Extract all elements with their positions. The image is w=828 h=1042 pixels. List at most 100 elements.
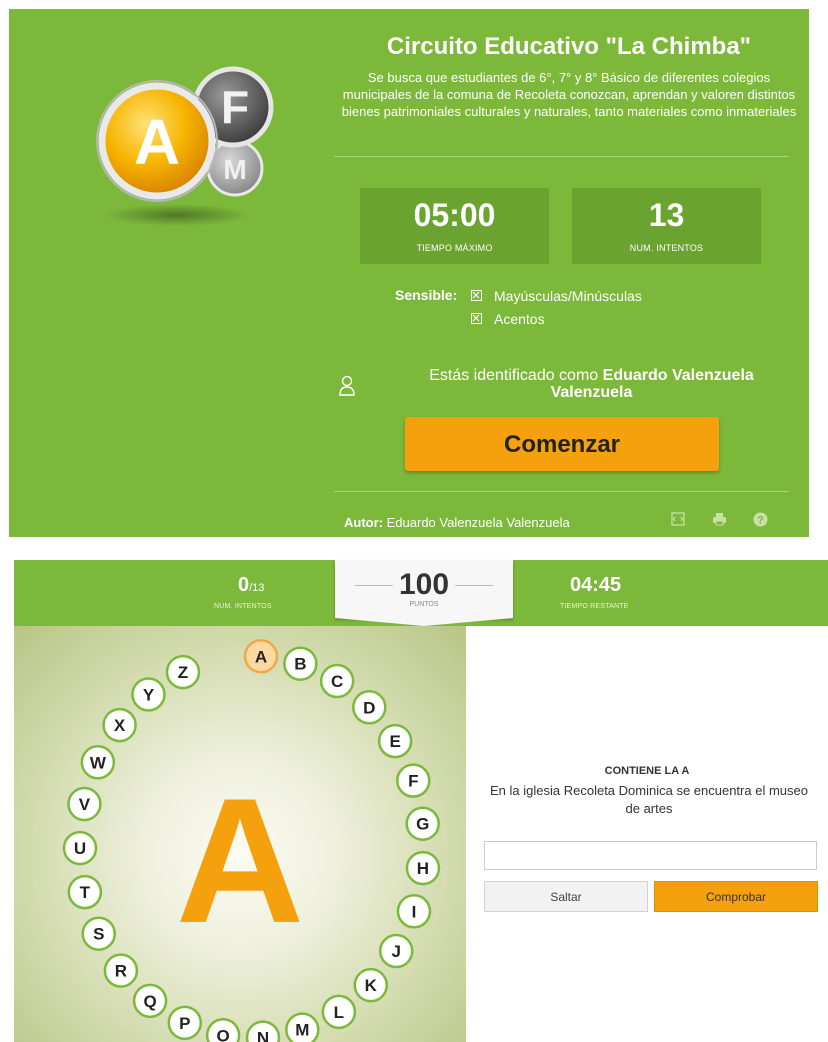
letter-z: Z [165,654,201,690]
letter-m: M [285,1012,320,1042]
svg-text:K: K [365,976,378,995]
logo-letter-m: M [223,154,246,185]
question-text: En la iglesia Recoleta Dominica se encue… [490,783,808,816]
svg-text:S: S [93,925,104,944]
max-time-label: TIEMPO MÁXIMO [416,243,493,253]
time-left-value: 04:45 [570,574,622,596]
svg-text:V: V [79,795,91,814]
activity-title: Circuito Educativo "La Chimba" [386,33,752,60]
question-panel: CONTIENE LA A En la iglesia Recoleta Dom… [466,626,828,1042]
svg-text:P: P [179,1014,190,1033]
accents-checkbox-icon [471,313,482,324]
author-line: Autor: Eduardo Valenzuela Valenzuela [344,515,570,530]
game-panel: 0/13 NUM. INTENTOS 04:45 TIEMPO RESTANTE… [14,560,828,1042]
case-option-label: Mayúsculas/Minúsculas [494,288,642,304]
letter-q: Q [132,983,168,1019]
attempts-label: NUM. INTENTOS [629,243,704,253]
points-box-tip [335,618,513,626]
letter-u: U [62,830,98,866]
intro-panel: M F A Circuito Educativo "La Chimba" Se … [9,9,809,537]
svg-text:?: ? [757,515,764,527]
svg-text:D: D [363,698,375,717]
letter-v: V [67,786,102,822]
letter-d: D [352,690,387,725]
help-icon[interactable]: ? [753,512,768,527]
time-left-label: TIEMPO RESTANTE [560,603,629,610]
svg-text:B: B [294,655,306,674]
divider [334,156,789,157]
points-box: 100 PUNTOS [335,560,513,618]
svg-text:Y: Y [143,685,155,704]
svg-text:W: W [90,753,107,772]
svg-text:M: M [295,1021,309,1040]
svg-text:J: J [392,942,401,961]
letter-board: A B C DE F G H I JK L M N O P QRS T U V WXY Z A [14,626,466,1042]
letter-o: O [205,1018,241,1042]
author-name: Eduardo Valenzuela Valenzuela [386,515,570,530]
user-icon [339,375,355,396]
svg-text:X: X [114,716,126,735]
letter-c: C [319,663,355,699]
svg-text:F: F [408,772,418,791]
letter-b: B [283,646,318,681]
svg-text:E: E [389,732,400,751]
letter-j: J [379,933,414,969]
letter-r: R [103,953,139,988]
letter-g: G [405,806,440,841]
print-icon[interactable] [712,512,727,526]
sensitive-label: Sensible: [395,287,458,303]
letter-k: K [353,967,389,1003]
author-label: Autor: [344,515,383,530]
embed-icon[interactable] [671,512,685,526]
svg-text:R: R [115,962,127,981]
logo-letter-f: F [221,81,249,133]
answer-input[interactable] [484,841,817,870]
svg-text:L: L [334,1003,344,1022]
letter-h: H [405,850,441,886]
letter-x: X [102,707,137,743]
logo-letter-a: A [134,106,180,178]
svg-text:U: U [74,839,86,858]
svg-text:Q: Q [143,992,156,1011]
svg-text:T: T [80,883,91,902]
attempts-counter-label: NUM. INTENTOS [214,603,272,610]
points-value: 100 [398,568,450,601]
letter-a: A [243,639,279,674]
letter-y: Y [131,677,166,712]
letter-s: S [81,916,116,951]
svg-text:G: G [416,815,429,834]
letter-f: F [396,763,431,798]
letter-w: W [80,745,116,780]
attempts-used: 0 [238,574,250,596]
max-time-value: 05:00 [413,197,496,233]
attempts-value: 13 [648,197,685,233]
svg-text:O: O [217,1026,230,1042]
game-logo: M F A [96,66,274,226]
divider [334,491,789,492]
accents-option-label: Acentos [494,311,545,327]
points-label: PUNTOS [409,601,439,608]
case-checkbox-icon [471,290,482,301]
svg-text:N: N [257,1029,269,1042]
svg-text:C: C [331,672,343,691]
letter-i: I [396,894,432,929]
letter-p: P [167,1005,203,1041]
activity-description: Se busca que estudiantes de 6°, 7° y 8° … [341,70,797,119]
skip-button[interactable]: Saltar [484,881,648,912]
svg-text:H: H [417,859,429,878]
letter-n: N [245,1020,281,1042]
attempts-counter: 0/13 [238,574,264,597]
letter-t: T [67,874,103,910]
svg-text:A: A [255,647,267,666]
identified-as-text: Estás identificado como Eduardo Valenzue… [399,367,784,401]
svg-text:I: I [412,902,417,921]
start-button[interactable]: Comenzar [405,417,719,471]
identified-prefix: Estás identificado como [429,367,599,384]
current-letter: A [175,761,305,960]
check-button[interactable]: Comprobar [654,881,818,912]
max-time-box: 05:00 TIEMPO MÁXIMO [360,188,549,264]
letter-l: L [321,994,357,1030]
svg-text:Z: Z [178,663,188,682]
letter-e: E [377,723,413,759]
attempts-box: 13 NUM. INTENTOS [572,188,761,264]
